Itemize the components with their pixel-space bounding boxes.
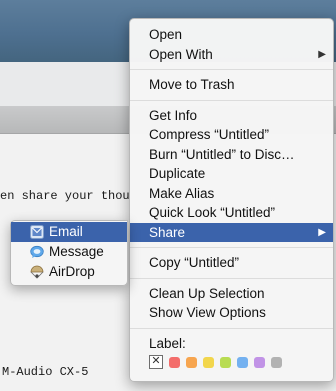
menu-item-get-info[interactable]: Get Info bbox=[130, 106, 333, 126]
label-color-swatch[interactable] bbox=[271, 356, 282, 368]
menu-item-label: Quick Look “Untitled” bbox=[149, 205, 276, 220]
desktop: { "background": { "text_line": "en share… bbox=[0, 0, 336, 391]
share-item-email[interactable]: Email bbox=[11, 222, 127, 242]
menu-item-label: Make Alias bbox=[149, 185, 215, 201]
share-item-airdrop[interactable]: AirDrop bbox=[11, 262, 127, 282]
share-item-message[interactable]: Message bbox=[11, 242, 127, 262]
background-text: en share your thou bbox=[0, 189, 130, 203]
submenu-arrow-icon: ▶ bbox=[318, 226, 326, 238]
share-submenu: Email Message AirDrop bbox=[10, 220, 128, 286]
menu-item-burn[interactable]: Burn “Untitled” to Disc… bbox=[130, 145, 333, 165]
label-none-swatch[interactable]: ✕ bbox=[149, 355, 163, 369]
menu-item-label: Copy “Untitled” bbox=[149, 255, 240, 270]
share-item-label: Message bbox=[49, 244, 104, 259]
menu-item-label: Get Info bbox=[149, 107, 198, 123]
menu-item-label: Show View Options bbox=[149, 305, 266, 320]
menu-separator bbox=[130, 99, 333, 101]
share-item-label: AirDrop bbox=[49, 264, 95, 279]
menu-item-copy[interactable]: Copy “Untitled” bbox=[130, 253, 333, 273]
airdrop-icon bbox=[30, 265, 44, 279]
menu-item-duplicate[interactable]: Duplicate bbox=[130, 164, 333, 184]
menu-item-open-with[interactable]: Open With ▶ bbox=[130, 45, 333, 65]
menu-item-move-to-trash[interactable]: Move to Trash bbox=[130, 75, 333, 95]
menu-separator bbox=[130, 247, 333, 248]
label-swatches: ✕ bbox=[149, 355, 288, 369]
menu-item-label-heading: Label: bbox=[130, 334, 333, 354]
menu-item-label: Clean Up Selection bbox=[149, 285, 265, 301]
menu-item-make-alias[interactable]: Make Alias bbox=[130, 184, 333, 204]
menu-item-label: Duplicate bbox=[149, 166, 206, 181]
menu-item-label: Compress “Untitled” bbox=[149, 127, 270, 142]
menu-item-label: Burn “Untitled” to Disc… bbox=[149, 146, 295, 162]
label-color-row: ✕ bbox=[130, 353, 333, 377]
menu-item-label: Open With bbox=[149, 46, 213, 62]
menu-item-label: Share bbox=[149, 224, 186, 240]
context-menu: Open Open With ▶ Move to Trash Get Info … bbox=[129, 18, 334, 382]
menu-item-quick-look[interactable]: Quick Look “Untitled” bbox=[130, 203, 333, 223]
label-color-swatch[interactable] bbox=[220, 356, 231, 368]
menu-item-show-view-options[interactable]: Show View Options bbox=[130, 303, 333, 323]
menu-separator bbox=[130, 277, 333, 279]
label-color-swatch[interactable] bbox=[203, 356, 214, 368]
label-color-swatch[interactable] bbox=[237, 356, 248, 368]
mail-icon bbox=[30, 225, 44, 239]
menu-item-share[interactable]: Share ▶ bbox=[130, 222, 333, 242]
menu-item-label: Label: bbox=[149, 335, 186, 351]
share-item-label: Email bbox=[49, 224, 83, 239]
menu-separator bbox=[130, 69, 333, 70]
menu-item-label: Open bbox=[149, 27, 183, 42]
messages-icon bbox=[30, 245, 44, 258]
menu-item-clean-up-selection[interactable]: Clean Up Selection bbox=[130, 284, 333, 304]
submenu-arrow-icon: ▶ bbox=[318, 48, 326, 60]
device-label: M-Audio CX-5 bbox=[2, 365, 89, 379]
menu-item-label: Move to Trash bbox=[149, 77, 235, 92]
menu-item-compress[interactable]: Compress “Untitled” bbox=[130, 125, 333, 145]
label-color-swatch[interactable] bbox=[254, 356, 265, 368]
label-color-swatch[interactable] bbox=[186, 356, 197, 368]
label-color-swatch[interactable] bbox=[169, 356, 180, 368]
menu-separator bbox=[130, 327, 333, 329]
menu-item-open[interactable]: Open bbox=[130, 25, 333, 45]
